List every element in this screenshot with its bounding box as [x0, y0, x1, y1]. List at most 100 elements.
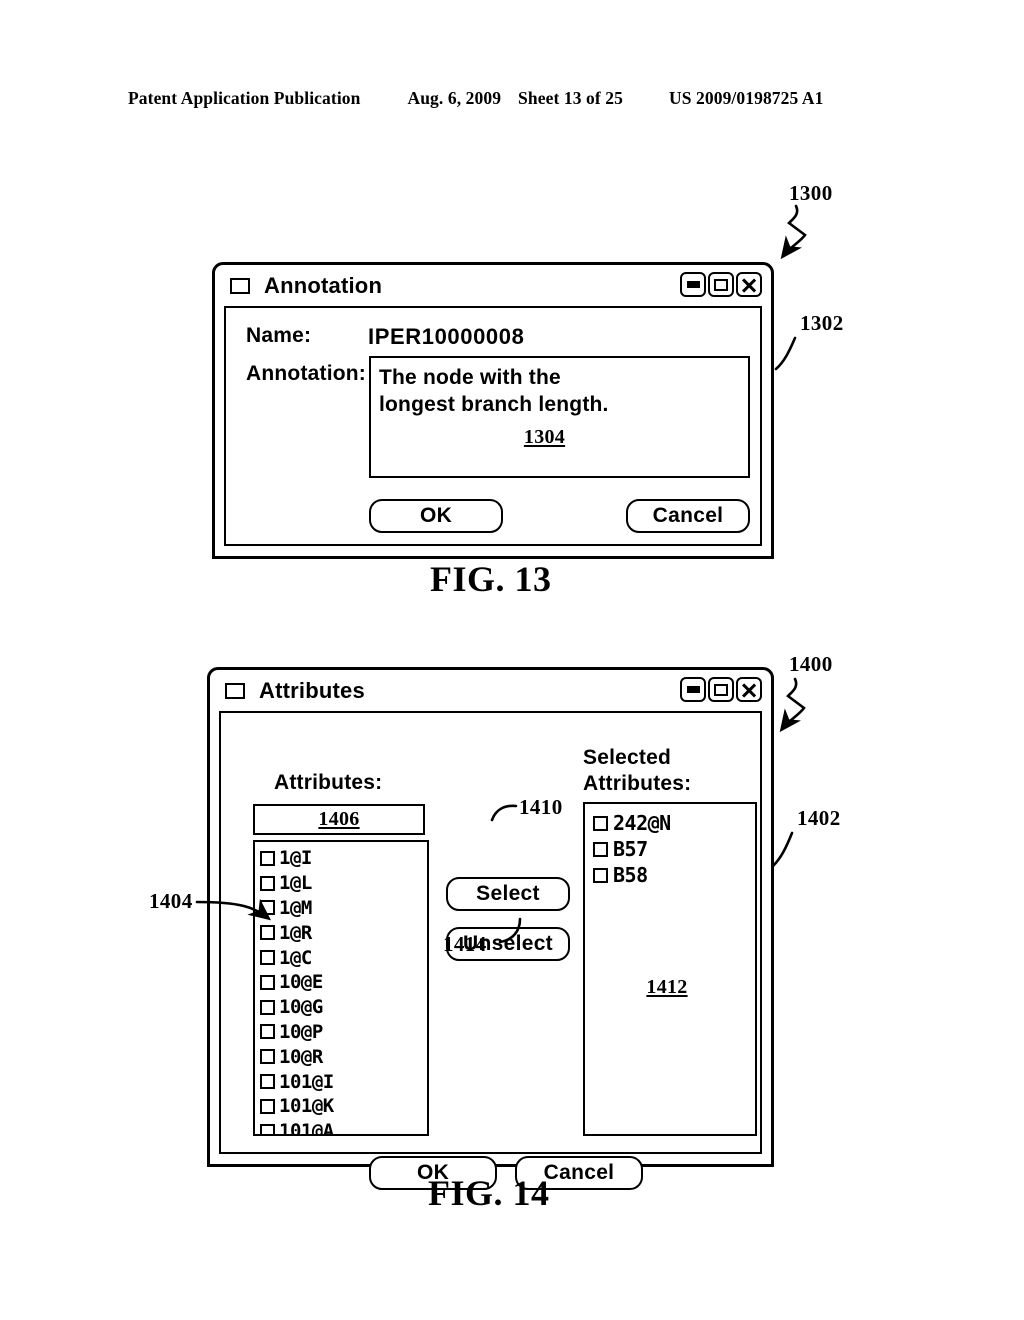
list-item[interactable]: B58 — [593, 862, 755, 888]
list-item[interactable]: 10@G — [260, 995, 427, 1020]
minimize-icon — [686, 686, 700, 693]
list-item[interactable]: 1@L — [260, 871, 427, 896]
checkbox-icon[interactable] — [260, 850, 275, 866]
close-button[interactable] — [736, 272, 762, 297]
figure-13-caption: FIG. 13 — [430, 559, 552, 599]
reference-numeral-1304: 1304 — [523, 426, 566, 448]
reference-numeral-1402: 1402 — [797, 806, 841, 830]
checkbox-icon[interactable] — [260, 925, 275, 941]
checkbox-icon[interactable] — [260, 1098, 275, 1114]
checkbox-icon[interactable] — [260, 1074, 275, 1090]
annotation-window-controls — [680, 272, 762, 297]
reference-numeral-1406: 1406 — [318, 808, 360, 830]
checkbox-icon[interactable] — [260, 875, 275, 891]
annotation-label: Annotation: — [246, 362, 366, 385]
checkbox-icon[interactable] — [260, 999, 275, 1015]
list-item-label: 1@M — [279, 896, 312, 919]
reference-numeral-1412: 1412 — [646, 976, 688, 998]
selected-attributes-label: Selected Attributes: — [583, 745, 691, 797]
list-item-label: 1@I — [279, 847, 312, 870]
checkbox-icon[interactable] — [260, 1049, 275, 1065]
list-item-label: B57 — [613, 837, 648, 861]
close-icon — [742, 683, 757, 697]
select-button[interactable]: Select — [446, 877, 570, 911]
checkbox-icon[interactable] — [593, 841, 608, 857]
list-item[interactable]: 101@A — [260, 1119, 427, 1136]
annotation-window-title: Annotation — [264, 272, 383, 298]
window-square-icon — [225, 682, 245, 699]
name-label: Name: — [246, 324, 312, 347]
minimize-icon — [686, 281, 700, 288]
checkbox-icon[interactable] — [260, 1123, 275, 1134]
attributes-titlebar[interactable]: Attributes — [210, 670, 771, 711]
sheet-number: Sheet 13 of 25 — [518, 88, 623, 108]
maximize-icon — [714, 278, 728, 291]
publication-date: Aug. 6, 2009 — [407, 88, 502, 108]
checkbox-icon[interactable] — [593, 815, 608, 831]
annotation-text-line: The node with the — [379, 366, 561, 389]
selected-attributes-label-line1: Selected — [583, 746, 671, 769]
annotation-titlebar[interactable]: Annotation — [215, 265, 771, 306]
ok-button[interactable]: OK — [369, 499, 503, 533]
reference-numeral-1302: 1302 — [800, 311, 844, 335]
list-item-label: 10@E — [279, 971, 323, 994]
maximize-button[interactable] — [708, 677, 734, 702]
maximize-icon — [714, 683, 728, 696]
close-icon — [742, 278, 757, 292]
list-item[interactable]: 101@I — [260, 1069, 427, 1094]
list-item-label: 1@L — [279, 872, 312, 895]
annotation-dialog-window[interactable]: Annotation Name: IPER10000008 Annotation… — [212, 262, 774, 559]
publication-label: Patent Application Publication — [128, 88, 361, 108]
list-item-label: 101@A — [279, 1120, 334, 1136]
selected-attributes-label-line2: Attributes: — [583, 772, 692, 795]
list-item[interactable]: 1@R — [260, 920, 427, 945]
minimize-button[interactable] — [680, 677, 706, 702]
figure-14-caption: FIG. 14 — [428, 1173, 550, 1213]
attributes-dialog-window[interactable]: Attributes Attributes: Selected Attribut… — [207, 667, 774, 1190]
list-item[interactable]: 10@E — [260, 970, 427, 995]
attributes-window-controls — [680, 677, 762, 702]
list-item-label: 101@I — [279, 1070, 334, 1093]
list-item-label: B58 — [613, 863, 648, 887]
list-item[interactable]: 1@M — [260, 896, 427, 921]
list-item-label: 242@N — [613, 811, 671, 835]
reference-numeral-1300: 1300 — [789, 181, 833, 205]
window-square-icon — [230, 277, 250, 294]
list-item[interactable]: 10@R — [260, 1044, 427, 1069]
list-item-label: 1@C — [279, 946, 312, 969]
reference-numeral-1414: 1414 — [443, 932, 487, 956]
checkbox-icon[interactable] — [260, 974, 275, 990]
list-item[interactable]: 1@I — [260, 846, 427, 871]
list-item-label: 10@R — [279, 1045, 323, 1068]
list-item[interactable]: 1@C — [260, 945, 427, 970]
attributes-dialog-body: Attributes: Selected Attributes: 1406 1@… — [219, 711, 762, 1190]
reference-numeral-1400: 1400 — [789, 652, 833, 676]
name-value: IPER10000008 — [368, 324, 525, 349]
list-item[interactable]: 242@N — [593, 810, 755, 836]
available-attributes-list[interactable]: 1@I 1@L 1@M 1@R 1@C 10@E 10@G 10@P 10@R … — [253, 840, 429, 1136]
checkbox-icon[interactable] — [260, 950, 275, 966]
annotation-dialog-body: Name: IPER10000008 Annotation: The node … — [224, 306, 762, 546]
list-item[interactable]: 101@K — [260, 1094, 427, 1119]
maximize-button[interactable] — [708, 272, 734, 297]
available-attributes-header-box[interactable]: 1406 — [253, 804, 425, 835]
list-item-label: 10@G — [279, 996, 323, 1019]
list-item[interactable]: 10@P — [260, 1020, 427, 1045]
minimize-button[interactable] — [680, 272, 706, 297]
cancel-button[interactable]: Cancel — [626, 499, 750, 533]
close-button[interactable] — [736, 677, 762, 702]
list-item-label: 10@P — [279, 1020, 323, 1043]
available-attributes-label: Attributes: — [274, 771, 383, 794]
reference-numeral-1404: 1404 — [149, 889, 193, 913]
attributes-window-title: Attributes — [259, 677, 365, 703]
list-item-label: 101@K — [279, 1095, 334, 1118]
annotation-textarea[interactable]: The node with the longest branch length.… — [369, 356, 750, 478]
checkbox-icon[interactable] — [260, 1024, 275, 1040]
selected-attributes-list[interactable]: 242@N B57 B58 1412 — [583, 802, 757, 1136]
checkbox-icon[interactable] — [593, 867, 608, 883]
checkbox-icon[interactable] — [260, 900, 275, 916]
annotation-text-line: longest branch length. — [379, 393, 609, 416]
list-item[interactable]: B57 — [593, 836, 755, 862]
list-item-label: 1@R — [279, 921, 312, 944]
patent-number: US 2009/0198725 A1 — [668, 88, 824, 108]
